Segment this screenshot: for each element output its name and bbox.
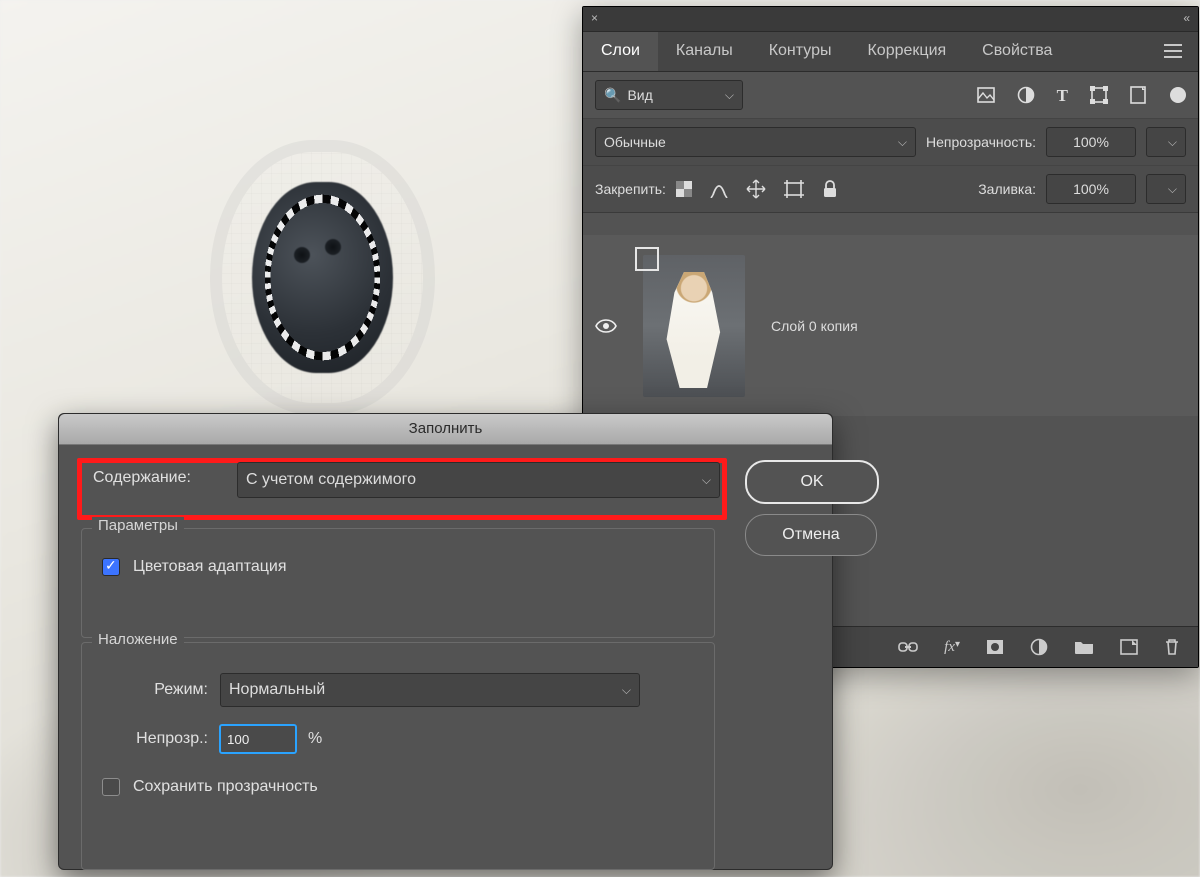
color-adaptation-label: Цветовая адаптация bbox=[133, 558, 287, 576]
trash-icon[interactable] bbox=[1164, 638, 1180, 656]
filter-icons: T bbox=[977, 86, 1146, 104]
content-select[interactable]: С учетом содержимого ⌵ bbox=[237, 462, 720, 498]
chevron-down-icon: ⌵ bbox=[622, 683, 631, 698]
visibility-icon[interactable] bbox=[595, 318, 617, 334]
panel-menu-icon[interactable] bbox=[1148, 31, 1198, 71]
lock-label: Закрепить: bbox=[595, 181, 666, 197]
mode-label: Режим: bbox=[98, 681, 208, 699]
layer-name[interactable]: Слой 0 копия bbox=[771, 318, 858, 334]
cancel-button[interactable]: Отмена bbox=[745, 514, 877, 556]
opacity-suffix: % bbox=[308, 730, 322, 748]
color-adaptation-checkbox[interactable]: Цветовая адаптация bbox=[98, 555, 698, 579]
blending-group: Наложение Режим: Нормальный ⌵ Непрозр.: … bbox=[81, 642, 715, 870]
chevron-down-icon: ⌵ bbox=[725, 88, 734, 103]
tab-adjustments[interactable]: Коррекция bbox=[849, 31, 964, 71]
opacity-input[interactable] bbox=[220, 725, 296, 753]
tab-properties[interactable]: Свойства bbox=[964, 31, 1070, 71]
mask-icon[interactable] bbox=[986, 639, 1004, 655]
lock-artboard-icon[interactable] bbox=[784, 180, 804, 198]
chevron-down-icon: ⌵ bbox=[1168, 182, 1177, 197]
layer-thumbnail[interactable] bbox=[635, 247, 753, 405]
fill-value-select[interactable]: 100% bbox=[1046, 174, 1136, 204]
filter-toggle[interactable] bbox=[1170, 87, 1186, 103]
mode-value: Нормальный bbox=[229, 681, 325, 699]
panel-tabs: Слои Каналы Контуры Коррекция Свойства bbox=[583, 31, 1198, 72]
chevron-down-icon: ⌵ bbox=[898, 135, 907, 150]
collapse-icon[interactable]: « bbox=[1183, 11, 1190, 25]
panel-titlebar[interactable]: × « bbox=[583, 7, 1198, 32]
content-value: С учетом содержимого bbox=[246, 471, 416, 489]
color-adaptation-input[interactable] bbox=[102, 558, 120, 576]
filter-label: Вид bbox=[627, 87, 652, 103]
lock-position-icon[interactable] bbox=[746, 179, 766, 199]
marching-ants bbox=[240, 170, 405, 385]
group-icon[interactable] bbox=[1074, 639, 1094, 655]
link-layers-icon[interactable] bbox=[898, 641, 918, 653]
params-legend: Параметры bbox=[92, 517, 184, 534]
fill-value: 100% bbox=[1073, 181, 1109, 197]
dialog-title[interactable]: Заполнить bbox=[59, 414, 832, 445]
canvas-selection[interactable] bbox=[240, 170, 405, 385]
dialog-opacity-label: Непрозр.: bbox=[98, 730, 208, 748]
filter-shape-icon[interactable] bbox=[1090, 86, 1108, 104]
chevron-down-icon: ⌵ bbox=[1168, 135, 1177, 150]
tab-layers[interactable]: Слои bbox=[583, 31, 658, 71]
fx-icon[interactable]: fx ▾ bbox=[944, 639, 960, 656]
layer-row[interactable]: Слой 0 копия bbox=[583, 235, 1198, 416]
opacity-value-select[interactable]: 100% bbox=[1046, 127, 1136, 157]
lock-row: Закрепить: Заливка: 100% ⌵ bbox=[583, 166, 1198, 213]
opacity-value: 100% bbox=[1073, 134, 1109, 150]
opacity-stepper[interactable]: ⌵ bbox=[1146, 127, 1186, 157]
filter-smart-icon[interactable] bbox=[1130, 86, 1146, 104]
lock-pixels-icon[interactable] bbox=[710, 180, 728, 198]
fill-dialog: Заполнить Содержание: С учетом содержимо… bbox=[58, 413, 833, 870]
params-group: Параметры Цветовая адаптация bbox=[81, 528, 715, 638]
opacity-label: Непрозрачность: bbox=[926, 134, 1036, 150]
tab-channels[interactable]: Каналы bbox=[658, 31, 751, 71]
new-layer-icon[interactable] bbox=[1120, 639, 1138, 655]
preserve-transparency-checkbox[interactable]: Сохранить прозрачность bbox=[98, 775, 698, 799]
preserve-transparency-label: Сохранить прозрачность bbox=[133, 778, 318, 796]
blend-mode-select[interactable]: Обычные ⌵ bbox=[595, 127, 916, 157]
blend-mode-value: Обычные bbox=[604, 134, 666, 150]
preserve-transparency-input[interactable] bbox=[102, 778, 120, 796]
search-icon: 🔍 bbox=[604, 87, 621, 104]
mode-select[interactable]: Нормальный ⌵ bbox=[220, 673, 640, 707]
blending-legend: Наложение bbox=[92, 631, 184, 648]
filter-adjust-icon[interactable] bbox=[1017, 86, 1035, 104]
close-icon[interactable]: × bbox=[591, 11, 598, 25]
filter-row: 🔍 Вид ⌵ T bbox=[583, 72, 1198, 118]
lock-transparency-icon[interactable] bbox=[676, 181, 692, 197]
filter-pixel-icon[interactable] bbox=[977, 87, 995, 103]
blend-row: Обычные ⌵ Непрозрачность: 100% ⌵ bbox=[583, 118, 1198, 166]
chevron-down-icon: ⌵ bbox=[702, 473, 711, 488]
fill-label: Заливка: bbox=[978, 181, 1036, 197]
fill-stepper[interactable]: ⌵ bbox=[1146, 174, 1186, 204]
adjustment-layer-icon[interactable] bbox=[1030, 638, 1048, 656]
layer-filter-select[interactable]: 🔍 Вид ⌵ bbox=[595, 80, 743, 110]
ok-button[interactable]: OK bbox=[745, 460, 879, 504]
filter-type-icon[interactable]: T bbox=[1057, 87, 1068, 104]
tab-paths[interactable]: Контуры bbox=[751, 31, 850, 71]
content-label: Содержание: bbox=[93, 469, 191, 487]
lock-all-icon[interactable] bbox=[822, 180, 838, 198]
